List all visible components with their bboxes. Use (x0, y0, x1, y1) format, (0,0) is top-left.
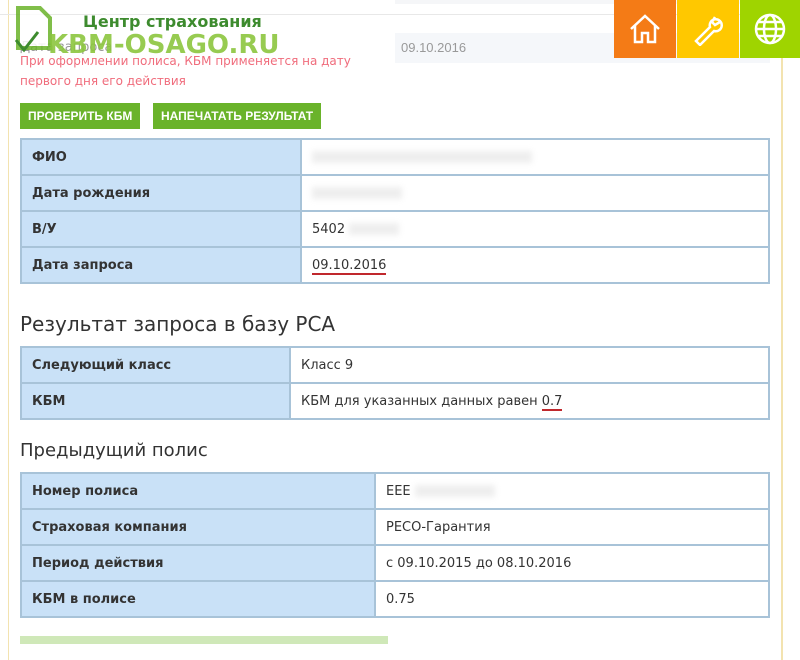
row-value: 5402 (300, 210, 770, 248)
table-row: Номер полиса ЕЕЕ (20, 472, 770, 510)
wrench-icon (694, 16, 723, 46)
logo-line2: KBM-OSAGO.RU (48, 30, 280, 60)
table-row: ФИО (20, 138, 770, 176)
row-label: Дата рождения (20, 174, 302, 212)
policy-series: ЕЕЕ (386, 483, 411, 499)
row-label: В/У (20, 210, 302, 248)
row-value: ЕЕЕ (374, 472, 770, 510)
row-value (300, 138, 770, 176)
home-icon (630, 14, 660, 44)
table-row: Следующий класс Класс 9 (20, 346, 770, 384)
row-label: КБМ (20, 382, 291, 420)
settings-button[interactable] (677, 0, 739, 58)
prev-policy-title: Предыдущий полис (20, 440, 208, 461)
row-label: Дата запроса (20, 246, 302, 284)
logo-line1: Центр страхования (83, 12, 262, 31)
kbm-value: 0.7 (541, 393, 563, 411)
row-value (300, 174, 770, 212)
row-value: 0.75 (374, 580, 770, 618)
globe-icon (754, 13, 786, 45)
request-date: 09.10.2016 (312, 257, 387, 275)
table-row: КБМ в полисе 0.75 (20, 580, 770, 618)
language-button[interactable] (740, 0, 800, 58)
redacted-name (312, 151, 532, 163)
row-value: 09.10.2016 (300, 246, 770, 284)
row-value: с 09.10.2015 до 08.10.2016 (374, 544, 770, 582)
prev-policy-table: Номер полиса ЕЕЕ Страховая компания РЕСО-Г… (20, 472, 770, 618)
table-row: КБМ КБМ для указанных данных равен 0.7 (20, 382, 770, 420)
table-row: Период действия с 09.10.2015 до 08.10.201… (20, 544, 770, 582)
row-label: Номер полиса (20, 472, 376, 510)
row-value: РЕСО-Гарантия (374, 508, 770, 546)
license-number: 5402 (312, 221, 346, 237)
print-result-button[interactable]: НАПЕЧАТАТЬ РЕЗУЛЬТАТ (153, 103, 322, 129)
row-value: КБМ для указанных данных равен 0.7 (289, 382, 770, 420)
bottom-bar (20, 636, 388, 644)
row-label: Следующий класс (20, 346, 291, 384)
row-label: ФИО (20, 138, 302, 176)
row-label: Период действия (20, 544, 376, 582)
table-row: В/У 5402 (20, 210, 770, 248)
redacted-birthdate (312, 187, 402, 199)
table-row: Страховая компания РЕСО-Гарантия (20, 508, 770, 546)
row-value: Класс 9 (289, 346, 770, 384)
row-label: Страховая компания (20, 508, 376, 546)
table-row: Дата запроса 09.10.2016 (20, 246, 770, 284)
home-button[interactable] (614, 0, 676, 58)
result-table: Следующий класс Класс 9 КБМ КБМ для указан… (20, 346, 770, 420)
redacted-policy-number (414, 485, 495, 497)
person-table: ФИО Дата рождения В/У 5402 Дата запроса 09… (20, 138, 770, 284)
row-label: КБМ в полисе (20, 580, 376, 618)
redacted-license (349, 223, 400, 235)
kbm-text: КБМ для указанных данных равен (301, 393, 542, 409)
result-title: Результат запроса в базу РСА (20, 312, 336, 336)
table-row: Дата рождения (20, 174, 770, 212)
check-kbm-button[interactable]: ПРОВЕРИТЬ КБМ (20, 103, 141, 129)
